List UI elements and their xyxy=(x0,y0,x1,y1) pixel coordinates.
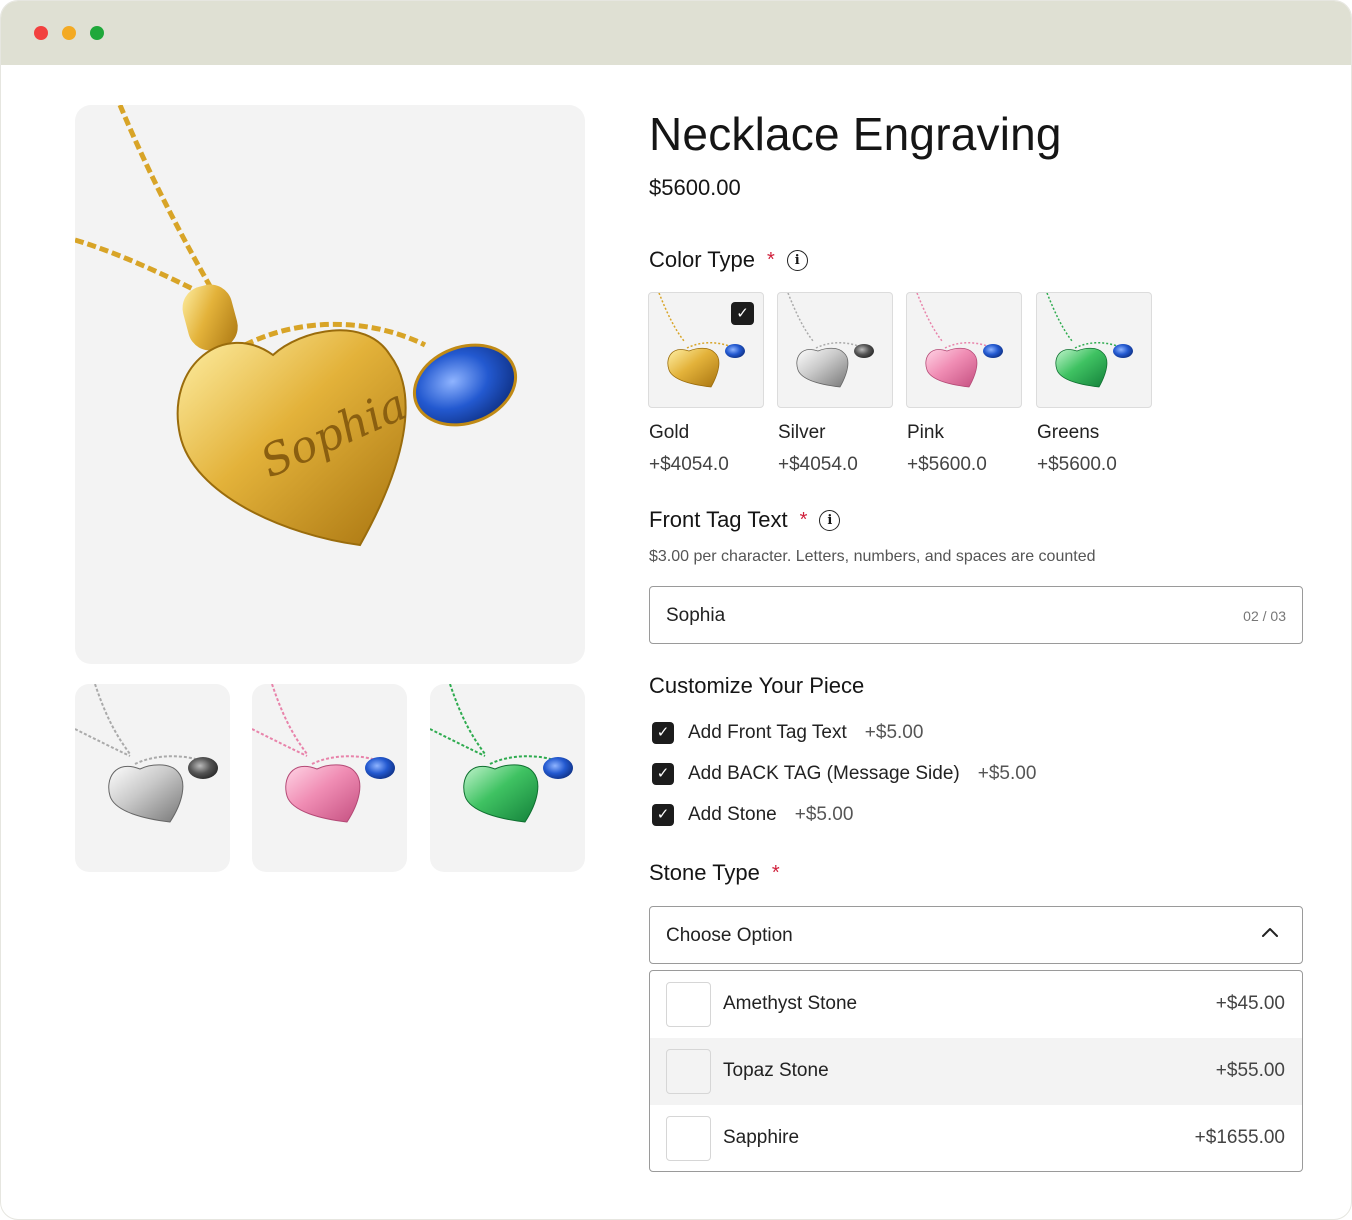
select-placeholder: Choose Option xyxy=(666,925,793,946)
option-name: Amethyst Stone xyxy=(723,993,858,1014)
thumbnail-pink[interactable] xyxy=(252,684,407,872)
pink-necklace-thumbnail xyxy=(252,684,395,823)
swatch-price-pink: +$5600.0 xyxy=(907,454,987,475)
dropdown-option-amethyst[interactable]: Amethyst Stone +$45.00 xyxy=(650,971,1302,1038)
swatch-name-greens: Greens xyxy=(1037,422,1100,443)
front-tag-hint: $3.00 per character. Letters, numbers, a… xyxy=(649,548,1096,565)
silver-swatch-image xyxy=(787,293,874,388)
required-asterisk: * xyxy=(771,861,780,884)
pink-swatch-image xyxy=(916,293,1003,388)
stone-image-placeholder xyxy=(666,1049,711,1094)
stone-type-select[interactable]: Choose Option xyxy=(649,906,1303,964)
dropdown-option-topaz[interactable]: Topaz Stone +$55.00 xyxy=(650,1038,1302,1105)
thumbnail-greens[interactable] xyxy=(430,684,585,872)
option-add-stone[interactable]: ✓ Add Stone +$5.00 xyxy=(652,804,853,826)
close-window-button[interactable] xyxy=(34,26,48,40)
stone-type-dropdown: Amethyst Stone +$45.00 Topaz Stone +$55.… xyxy=(649,970,1303,1172)
stone-type-heading: Stone Type * xyxy=(649,860,780,886)
option-price: +$55.00 xyxy=(1215,1060,1285,1081)
checkbox-checked[interactable]: ✓ xyxy=(652,804,674,826)
option-name: Sapphire xyxy=(723,1127,800,1148)
checkbox-checked[interactable]: ✓ xyxy=(652,722,674,744)
dropdown-option-sapphire[interactable]: Sapphire +$1655.00 xyxy=(650,1105,1302,1171)
front-tag-input-value: Sophia xyxy=(666,605,726,626)
swatch-price-silver: +$4054.0 xyxy=(778,454,858,475)
color-swatch-pink[interactable] xyxy=(906,292,1022,408)
required-asterisk: * xyxy=(799,508,808,531)
swatch-name-pink: Pink xyxy=(907,422,944,443)
option-price: +$1655.00 xyxy=(1194,1127,1285,1148)
option-label: Add Front Tag Text xyxy=(688,722,847,743)
color-type-heading: Color Type * i xyxy=(649,247,808,273)
color-swatch-gold[interactable]: ✓ xyxy=(648,292,764,408)
color-swatch-greens[interactable] xyxy=(1036,292,1152,408)
main-product-image[interactable]: Sophia xyxy=(75,105,585,664)
swatch-price-greens: +$5600.0 xyxy=(1037,454,1117,475)
chevron-up-icon xyxy=(1262,928,1278,937)
option-price: +$5.00 xyxy=(794,804,854,825)
info-icon[interactable]: i xyxy=(819,509,841,531)
thumbnail-silver[interactable] xyxy=(75,684,230,872)
browser-window: Sophia Necklace Engraving $5600.00 Color… xyxy=(0,0,1352,1220)
silver-necklace-thumbnail xyxy=(75,684,218,823)
option-price: +$5.00 xyxy=(864,722,924,743)
checkbox-checked[interactable]: ✓ xyxy=(652,763,674,785)
option-back-tag[interactable]: ✓ Add BACK TAG (Message Side) +$5.00 xyxy=(652,763,1036,785)
color-swatch-silver[interactable] xyxy=(777,292,893,408)
product-title: Necklace Engraving xyxy=(649,108,1062,160)
green-necklace-thumbnail xyxy=(430,684,573,823)
maximize-window-button[interactable] xyxy=(90,26,104,40)
front-tag-heading: Front Tag Text * i xyxy=(649,507,841,533)
minimize-window-button[interactable] xyxy=(62,26,76,40)
swatch-price-gold: +$4054.0 xyxy=(649,454,729,475)
product-price: $5600.00 xyxy=(649,175,741,200)
stone-image-placeholder xyxy=(666,1116,711,1161)
option-label: Add Stone xyxy=(688,804,777,825)
selected-check-icon: ✓ xyxy=(731,302,754,325)
green-swatch-image xyxy=(1046,293,1133,388)
front-tag-input[interactable]: Sophia 02 / 03 xyxy=(649,586,1303,644)
character-counter: 02 / 03 xyxy=(1243,608,1286,624)
swatch-name-gold: Gold xyxy=(649,422,690,443)
front-tag-label: Front Tag Text xyxy=(649,507,788,532)
customize-label: Customize Your Piece xyxy=(649,673,865,698)
stone-type-label: Stone Type xyxy=(649,860,760,885)
window-titlebar xyxy=(1,1,1351,65)
option-name: Topaz Stone xyxy=(723,1060,829,1081)
gold-heart-necklace-image: Sophia xyxy=(75,105,518,547)
required-asterisk: * xyxy=(766,248,775,271)
option-price: +$45.00 xyxy=(1215,993,1285,1014)
customize-heading: Customize Your Piece xyxy=(649,673,864,699)
swatch-name-silver: Silver xyxy=(778,422,826,443)
option-price: +$5.00 xyxy=(977,763,1037,784)
info-icon[interactable]: i xyxy=(786,249,808,271)
option-label: Add BACK TAG (Message Side) xyxy=(688,763,960,784)
stone-image-placeholder xyxy=(666,982,711,1027)
color-type-label: Color Type xyxy=(649,247,755,272)
option-front-tag-text[interactable]: ✓ Add Front Tag Text +$5.00 xyxy=(652,722,923,744)
